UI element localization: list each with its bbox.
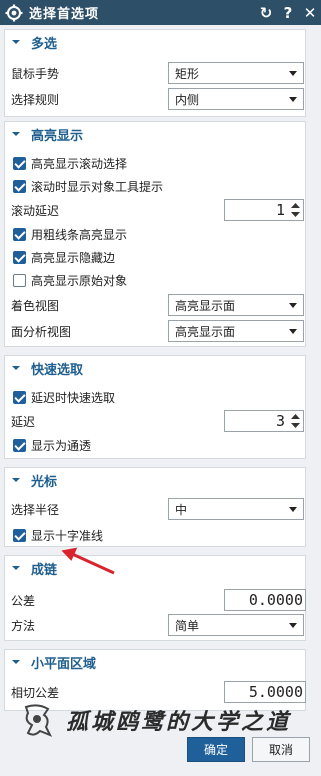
show-transparent-checkbox[interactable]: 显示为通透: [13, 437, 91, 454]
original-object-checkbox[interactable]: 高亮显示原始对象: [13, 272, 127, 289]
section-multi-select: 多选 鼠标手势 矩形 选择规则 内侧: [4, 29, 306, 117]
section-highlight: 高亮显示 高亮显示滚动选择 滚动时显示对象工具提示 滚动延迟 1 用粗线条高亮显…: [4, 121, 306, 347]
section-title: 成链: [31, 562, 58, 578]
method-label: 方法: [11, 618, 36, 633]
checkbox-label: 用粗线条高亮显示: [31, 227, 128, 242]
select-value: 简单: [175, 618, 200, 633]
select-value: 高亮显示面: [175, 298, 236, 313]
input-value: 0.0000: [248, 591, 303, 609]
method-select[interactable]: 简单: [168, 614, 304, 636]
mouse-gesture-select[interactable]: 矩形: [168, 62, 304, 84]
cancel-button[interactable]: 取消: [252, 737, 310, 762]
title-bar: 选择首选项 ↻ ? ✕: [0, 0, 321, 25]
section-quick-pick: 快速选取 延迟时快速选取 延迟 3 显示为通透: [4, 355, 306, 459]
select-rule-select[interactable]: 内侧: [168, 88, 304, 110]
mouse-gesture-label: 鼠标手势: [11, 66, 60, 81]
tolerance-input[interactable]: 0.0000: [224, 589, 306, 611]
chevron-down-icon: [12, 566, 20, 570]
select-radius-select[interactable]: 中: [168, 498, 304, 520]
checkbox-checked[interactable]: [13, 179, 26, 193]
reset-icon[interactable]: ↻: [255, 2, 277, 24]
section-title: 快速选取: [31, 362, 84, 378]
dropdown-arrow-icon: [289, 329, 297, 334]
spinner-arrows-icon[interactable]: [291, 413, 300, 429]
scroll-delay-label: 滚动延迟: [11, 203, 60, 218]
section-cursor: 光标 选择半径 中 显示十字准线: [4, 467, 306, 547]
chevron-down-icon: [12, 660, 20, 664]
crosshair-checkbox[interactable]: 显示十字准线: [13, 527, 103, 544]
red-annotation-arrow: [61, 547, 115, 575]
section-header-multi[interactable]: 多选: [5, 30, 305, 54]
section-header-cursor[interactable]: 光标: [5, 468, 305, 492]
select-value: 矩形: [175, 66, 200, 81]
delay-quick-pick-checkbox[interactable]: 延迟时快速选取: [13, 389, 115, 406]
checkbox-checked[interactable]: [13, 438, 26, 452]
chevron-down-icon: [12, 366, 20, 370]
section-chain: 成链 公差 0.0000 方法 简单: [4, 555, 306, 641]
spinner-arrows-icon[interactable]: [291, 202, 300, 218]
window-title: 选择首选项: [29, 7, 100, 22]
select-rule-label: 选择规则: [11, 92, 60, 107]
dropdown-arrow-icon: [289, 303, 297, 308]
dropdown-arrow-icon: [289, 71, 297, 76]
section-title: 高亮显示: [31, 128, 84, 144]
section-title: 小平面区域: [31, 656, 97, 672]
highlight-scroll-select-checkbox[interactable]: 高亮显示滚动选择: [13, 155, 127, 172]
section-header-small-face[interactable]: 小平面区域: [5, 650, 305, 674]
scroll-delay-spinner[interactable]: 1: [224, 199, 304, 221]
dropdown-arrow-icon: [289, 507, 297, 512]
section-title: 多选: [31, 36, 58, 52]
input-value: 5.0000: [248, 683, 303, 701]
checkbox-label: 滚动时显示对象工具提示: [31, 179, 164, 194]
chord-tolerance-label: 相切公差: [11, 685, 60, 700]
select-value: 中: [175, 502, 188, 517]
tolerance-label: 公差: [11, 593, 36, 608]
select-radius-label: 选择半径: [11, 502, 60, 517]
chevron-down-icon: [12, 132, 20, 136]
hidden-edges-checkbox[interactable]: 高亮显示隐藏边: [13, 249, 115, 266]
section-title: 光标: [31, 474, 58, 490]
face-analysis-select[interactable]: 高亮显示面: [168, 320, 304, 342]
checkbox-label: 高亮显示滚动选择: [31, 156, 128, 171]
checkbox-checked[interactable]: [13, 156, 26, 170]
face-analysis-label: 面分析视图: [11, 324, 72, 339]
checkbox-label: 高亮显示隐藏边: [31, 250, 116, 265]
chevron-down-icon: [12, 478, 20, 482]
section-header-highlight[interactable]: 高亮显示: [5, 122, 305, 146]
checkbox-checked[interactable]: [13, 390, 26, 404]
section-header-quick[interactable]: 快速选取: [5, 356, 305, 380]
checkbox-label: 延迟时快速选取: [31, 390, 116, 405]
gear-settings-icon: [5, 4, 23, 21]
checkbox-checked[interactable]: [13, 227, 26, 241]
thick-line-checkbox[interactable]: 用粗线条高亮显示: [13, 226, 127, 243]
select-value: 内侧: [175, 92, 200, 107]
shaded-view-label: 着色视图: [11, 298, 60, 313]
checkbox-label: 高亮显示原始对象: [31, 273, 128, 288]
delay-spinner[interactable]: 3: [224, 410, 304, 432]
help-icon[interactable]: ?: [277, 2, 299, 24]
scroll-tooltip-checkbox[interactable]: 滚动时显示对象工具提示: [13, 178, 163, 195]
chevron-down-icon: [12, 40, 20, 44]
checkbox-checked[interactable]: [13, 250, 26, 264]
shaded-view-select[interactable]: 高亮显示面: [168, 294, 304, 316]
checkbox-unchecked[interactable]: [13, 273, 26, 287]
spinner-value: 1: [275, 201, 285, 219]
section-header-chain[interactable]: 成链: [5, 556, 305, 580]
delay-label: 延迟: [11, 414, 36, 429]
dropdown-arrow-icon: [289, 623, 297, 628]
select-value: 高亮显示面: [175, 324, 236, 339]
close-icon[interactable]: ✕: [299, 2, 321, 24]
ok-button[interactable]: 确定: [187, 737, 245, 762]
checkbox-label: 显示为通透: [31, 438, 92, 453]
checkbox-checked[interactable]: [13, 528, 26, 542]
dropdown-arrow-icon: [289, 97, 297, 102]
spinner-value: 3: [275, 412, 285, 430]
dialog-footer: 确定 取消: [0, 732, 321, 776]
checkbox-label: 显示十字准线: [31, 528, 104, 543]
